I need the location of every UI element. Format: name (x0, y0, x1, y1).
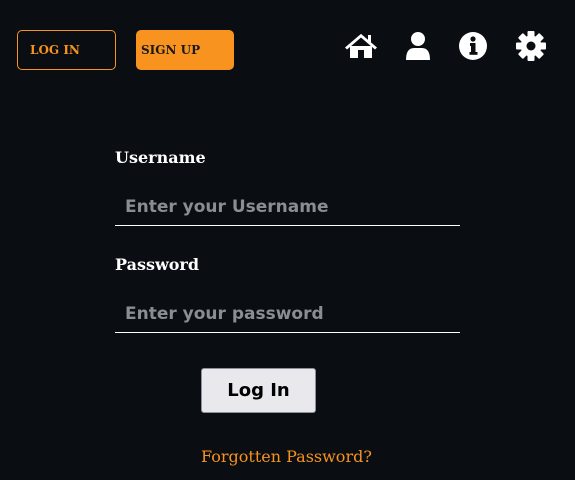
login-tab-button[interactable]: LOG IN (17, 30, 116, 70)
username-input[interactable] (115, 188, 460, 226)
forgot-password-container: Forgotten Password? (201, 447, 372, 466)
password-label: Password (115, 255, 200, 274)
home-icon[interactable] (345, 30, 377, 62)
forgot-password-link[interactable]: Forgotten Password? (201, 447, 372, 466)
login-submit-button[interactable]: Log In (201, 368, 316, 413)
signup-tab-button[interactable]: SIGN UP (136, 30, 234, 70)
signup-tab-label: SIGN UP (141, 43, 201, 57)
password-input[interactable] (115, 295, 460, 333)
user-icon[interactable] (402, 30, 434, 62)
info-icon[interactable] (457, 30, 489, 62)
login-tab-label: LOG IN (30, 43, 80, 57)
settings-icon[interactable] (515, 30, 547, 62)
username-label: Username (115, 148, 206, 167)
